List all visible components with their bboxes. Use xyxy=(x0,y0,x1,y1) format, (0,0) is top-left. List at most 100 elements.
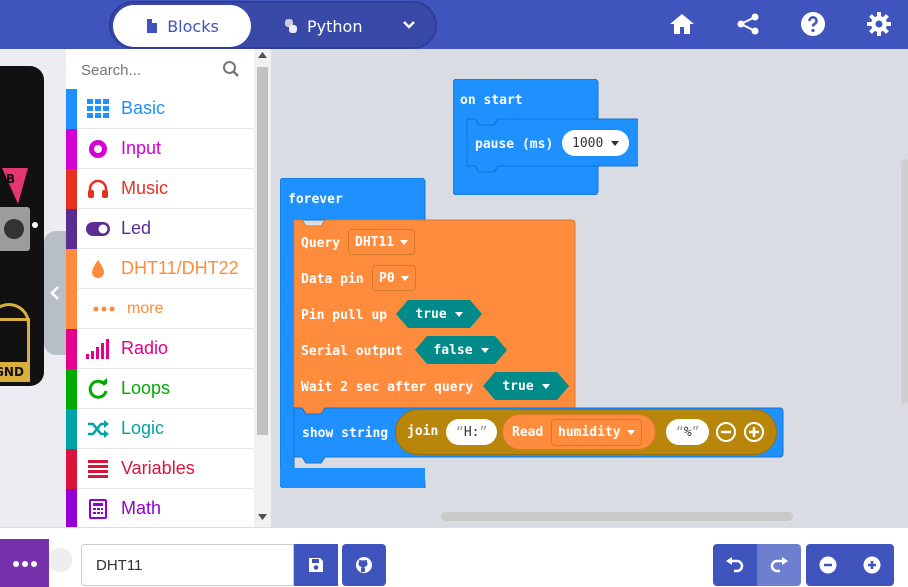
save-button[interactable] xyxy=(294,544,338,586)
query-sensor-dropdown[interactable]: DHT11 xyxy=(348,229,416,255)
wait-label: Wait 2 sec after query xyxy=(301,380,474,395)
github-button[interactable] xyxy=(342,544,386,586)
help-button[interactable] xyxy=(797,8,829,40)
dropdown-arrow-icon xyxy=(455,312,463,317)
grid-icon xyxy=(86,97,110,121)
on-start-label: on start xyxy=(460,93,523,108)
blocks-tab[interactable]: Blocks xyxy=(113,5,251,47)
category-variables[interactable]: Variables xyxy=(66,449,254,489)
category-label: Basic xyxy=(121,98,166,118)
category-basic[interactable]: Basic xyxy=(66,89,254,129)
lines-icon xyxy=(86,457,110,481)
category-radio[interactable]: Radio xyxy=(66,329,254,369)
serial-output-label: Serial output xyxy=(301,344,403,359)
redo-icon xyxy=(770,557,788,573)
dropdown-arrow-icon xyxy=(400,239,409,245)
add-item-icon[interactable] xyxy=(744,422,764,442)
chevron-left-icon xyxy=(50,286,59,300)
dots-icon xyxy=(12,560,37,567)
toolbox-scrollbar-thumb[interactable] xyxy=(257,67,268,435)
forever-label: forever xyxy=(288,192,343,207)
category-color-bar xyxy=(66,409,77,449)
query-sensor-value: DHT11 xyxy=(355,234,395,250)
scroll-down-icon[interactable] xyxy=(258,514,267,520)
chevron-down-icon xyxy=(403,21,415,29)
category-loops[interactable]: Loops xyxy=(66,369,254,409)
category-color-bar xyxy=(66,449,77,489)
read-humidity-block[interactable]: Read humidity xyxy=(502,414,656,450)
zoom-in-icon xyxy=(863,556,881,574)
category-math[interactable]: Math xyxy=(66,489,254,527)
simulator-panel: B GND xyxy=(0,49,66,529)
dropdown-arrow-icon xyxy=(611,140,620,146)
editor-mode-toggle: Blocks Python xyxy=(109,1,437,49)
zoom-out-button[interactable] xyxy=(806,544,850,586)
category-label: Variables xyxy=(121,458,195,478)
pause-value: 1000 xyxy=(572,135,604,151)
redo-button[interactable] xyxy=(757,544,801,586)
calculator-icon xyxy=(86,497,110,521)
shuffle-icon xyxy=(86,417,110,441)
category-color-bar xyxy=(66,329,77,369)
project-name-input[interactable] xyxy=(81,544,294,586)
python-icon xyxy=(285,19,297,33)
category-color-bar xyxy=(66,249,77,289)
category-input[interactable]: Input xyxy=(66,129,254,169)
category-label: Music xyxy=(121,178,169,198)
help-icon xyxy=(801,12,825,36)
pull-up-value: true xyxy=(415,306,447,322)
category-dht[interactable]: DHT11/DHT22 xyxy=(66,249,254,289)
headphones-icon xyxy=(86,177,110,201)
join-text-first[interactable]: “H:” xyxy=(446,419,498,445)
workspace-horizontal-scrollbar[interactable] xyxy=(441,512,793,521)
category-color-bar xyxy=(66,289,77,329)
collapse-simulator-button[interactable] xyxy=(44,231,66,355)
category-color-bar xyxy=(66,489,77,527)
pause-value-field[interactable]: 1000 xyxy=(562,130,630,156)
read-measure-dropdown[interactable]: humidity xyxy=(551,419,642,446)
button-b[interactable] xyxy=(0,207,30,251)
pull-up-boolean-dropdown[interactable]: true xyxy=(396,300,482,328)
toggle-icon xyxy=(86,217,110,241)
category-music[interactable]: Music xyxy=(66,169,254,209)
search-input[interactable] xyxy=(81,59,221,81)
show-string-label: show string xyxy=(302,426,389,441)
python-tab[interactable]: Python xyxy=(283,5,362,47)
wait-boolean-dropdown[interactable]: true xyxy=(483,372,569,400)
drop-icon xyxy=(86,257,110,281)
settings-icon xyxy=(867,12,891,36)
more-actions-button[interactable] xyxy=(0,539,49,587)
serial-output-boolean-dropdown[interactable]: false xyxy=(415,336,507,364)
search-icon[interactable] xyxy=(222,60,240,78)
query-label: Query xyxy=(301,236,341,251)
undo-button[interactable] xyxy=(713,544,757,586)
share-button[interactable] xyxy=(732,8,764,40)
microbit-board[interactable]: B GND xyxy=(0,66,44,386)
scroll-up-icon[interactable] xyxy=(258,52,267,58)
mode-dropdown-button[interactable] xyxy=(397,13,421,37)
github-icon xyxy=(356,557,372,573)
zoom-in-button[interactable] xyxy=(850,544,894,586)
blocks-workspace[interactable]: on start pause (ms) 1000 forever Query D… xyxy=(271,49,908,527)
category-logic[interactable]: Logic xyxy=(66,409,254,449)
remove-item-icon[interactable] xyxy=(716,422,736,442)
button-b-label: B xyxy=(6,172,16,186)
save-icon xyxy=(309,558,323,572)
category-color-bar xyxy=(66,129,77,169)
dropdown-arrow-icon xyxy=(542,384,550,389)
category-list: Basic Input Music Led DHT11/DHT22 more R… xyxy=(66,89,254,527)
data-pin-dropdown[interactable]: P0 xyxy=(372,265,416,291)
forever-block[interactable]: forever Query DHT11 Data pin P0 Pin pull… xyxy=(280,178,795,488)
toolbox-search xyxy=(66,49,254,89)
category-color-bar xyxy=(66,209,77,249)
home-button[interactable] xyxy=(666,8,698,40)
category-led[interactable]: Led xyxy=(66,209,254,249)
join-block[interactable]: join “H:” Read humidity “%” xyxy=(395,409,777,455)
settings-button[interactable] xyxy=(863,8,895,40)
category-label: Radio xyxy=(121,338,169,358)
join-text-last[interactable]: “%” xyxy=(666,419,710,445)
category-more[interactable]: more xyxy=(66,289,254,329)
workspace-vertical-scrollbar[interactable] xyxy=(901,159,908,404)
serial-output-value: false xyxy=(433,342,473,358)
pull-up-label: Pin pull up xyxy=(301,308,388,323)
